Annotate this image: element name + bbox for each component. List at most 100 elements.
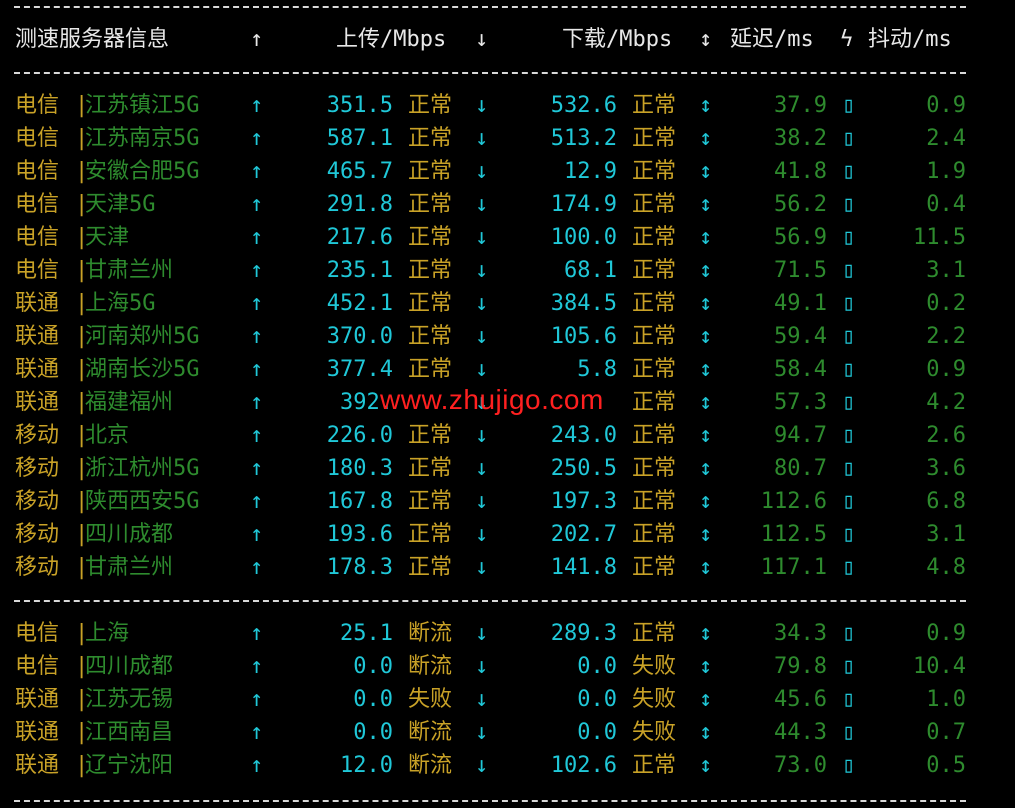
updown-arrow-icon: ↕: [699, 423, 713, 448]
box-icon: ▯: [842, 687, 856, 712]
down-arrow-icon: ↓: [475, 654, 489, 679]
jitter-value: 4.8: [926, 555, 966, 580]
jitter-value: 4.2: [926, 390, 966, 415]
jitter-value: 6.8: [926, 489, 966, 514]
download-value: 243.0: [550, 423, 617, 448]
download-status: 正常: [632, 555, 677, 580]
down-arrow-icon: ↓: [475, 192, 489, 217]
updown-arrow-icon: ↕: [699, 93, 713, 118]
isp-label: 联通: [15, 687, 60, 712]
up-arrow-icon: ↑: [250, 654, 264, 679]
download-value: 197.3: [550, 489, 617, 514]
jitter-value: 0.9: [926, 357, 966, 382]
down-arrow-icon: ↓: [475, 225, 489, 250]
isp-label: 移动: [15, 489, 60, 514]
latency-value: 38.2: [774, 126, 827, 151]
latency-value: 73.0: [774, 753, 827, 778]
latency-value: 59.4: [774, 324, 827, 349]
upload-value: 351.5: [326, 93, 393, 118]
jitter-value: 0.9: [926, 621, 966, 646]
latency-value: 37.9: [774, 93, 827, 118]
download-status: 正常: [632, 225, 677, 250]
upload-value: 235.1: [326, 258, 393, 283]
header-bolt-icon: ϟ: [840, 27, 854, 52]
updown-arrow-icon: ↕: [699, 159, 713, 184]
latency-value: 49.1: [774, 291, 827, 316]
latency-value: 112.5: [760, 522, 827, 547]
download-value: 0.0: [577, 720, 617, 745]
header-latency: 延迟/ms: [730, 27, 814, 52]
download-value: 5.8: [577, 357, 617, 382]
location-label: 四川成都: [85, 654, 174, 679]
box-icon: ▯: [842, 522, 856, 547]
upload-value: 0.0: [353, 687, 393, 712]
header-jitter: 抖动/ms: [868, 27, 952, 52]
table-row: 电信 | 江苏南京5G ↑ 587.1 正常 ↓ 513.2 正常 ↕ 38.2 ▯ 2.4: [0, 122, 1015, 155]
upload-value: 178.3: [326, 555, 393, 580]
upload-status: 断流: [408, 720, 453, 745]
table-row: 移动 | 甘肃兰州 ↑ 178.3 正常 ↓ 141.8 正常 ↕ 117.1 ▯ 4.8: [0, 551, 1015, 584]
table-row: 电信 | 甘肃兰州 ↑ 235.1 正常 ↓ 68.1 正常 ↕ 71.5 ▯ 3.1: [0, 254, 1015, 287]
updown-arrow-icon: ↕: [699, 555, 713, 580]
header-download: 下载/Mbps: [562, 27, 673, 52]
up-arrow-icon: ↑: [250, 225, 264, 250]
box-icon: ▯: [842, 423, 856, 448]
location-label: 江苏无锡: [85, 687, 174, 712]
download-value: 202.7: [550, 522, 617, 547]
location-label: 辽宁沈阳: [85, 753, 174, 778]
location-label: 上海: [85, 621, 130, 646]
download-status: 正常: [632, 192, 677, 217]
up-arrow-icon: ↑: [250, 390, 264, 415]
up-arrow-icon: ↑: [250, 753, 264, 778]
upload-status: 正常: [408, 324, 453, 349]
jitter-value: 1.9: [926, 159, 966, 184]
down-arrow-icon: ↓: [475, 753, 489, 778]
download-value: 174.9: [550, 192, 617, 217]
jitter-value: 3.1: [926, 258, 966, 283]
latency-value: 45.6: [774, 687, 827, 712]
down-arrow-icon: ↓: [475, 720, 489, 745]
latency-value: 80.7: [774, 456, 827, 481]
upload-value: 217.6: [326, 225, 393, 250]
isp-label: 联通: [15, 291, 60, 316]
up-arrow-icon: ↑: [250, 159, 264, 184]
isp-label: 电信: [15, 192, 60, 217]
isp-label: 移动: [15, 456, 60, 481]
upload-status: 正常: [408, 489, 453, 514]
down-arrow-icon: ↓: [475, 258, 489, 283]
down-arrow-icon: ↓: [475, 522, 489, 547]
table-row: 移动 | 北京 ↑ 226.0 正常 ↓ 243.0 正常 ↕ 94.7 ▯ 2.6: [0, 419, 1015, 452]
download-status: 正常: [632, 621, 677, 646]
upload-value: 0.0: [353, 720, 393, 745]
download-value: 141.8: [550, 555, 617, 580]
location-label: 江西南昌: [85, 720, 174, 745]
box-icon: ▯: [842, 126, 856, 151]
download-status: 正常: [632, 291, 677, 316]
isp-label: 联通: [15, 324, 60, 349]
box-icon: ▯: [842, 192, 856, 217]
download-value: 100.0: [550, 225, 617, 250]
latency-value: 41.8: [774, 159, 827, 184]
download-status: 正常: [632, 159, 677, 184]
jitter-value: 3.1: [926, 522, 966, 547]
location-label: 陕西西安5G: [85, 489, 200, 514]
latency-value: 56.9: [774, 225, 827, 250]
upload-status: 正常: [408, 258, 453, 283]
upload-value: 452.1: [326, 291, 393, 316]
updown-arrow-icon: ↕: [699, 621, 713, 646]
jitter-value: 1.0: [926, 687, 966, 712]
download-value: 102.6: [550, 753, 617, 778]
upload-status: 正常: [408, 522, 453, 547]
box-icon: ▯: [842, 390, 856, 415]
down-arrow-icon: ↓: [475, 93, 489, 118]
jitter-value: 0.2: [926, 291, 966, 316]
up-arrow-icon: ↑: [250, 423, 264, 448]
upload-status: 正常: [408, 192, 453, 217]
location-label: 安徽合肥5G: [85, 159, 200, 184]
divider-middle: [14, 600, 966, 602]
upload-status: 正常: [408, 423, 453, 448]
up-arrow-icon: ↑: [250, 687, 264, 712]
download-value: 384.5: [550, 291, 617, 316]
up-arrow-icon: ↑: [250, 357, 264, 382]
latency-value: 71.5: [774, 258, 827, 283]
